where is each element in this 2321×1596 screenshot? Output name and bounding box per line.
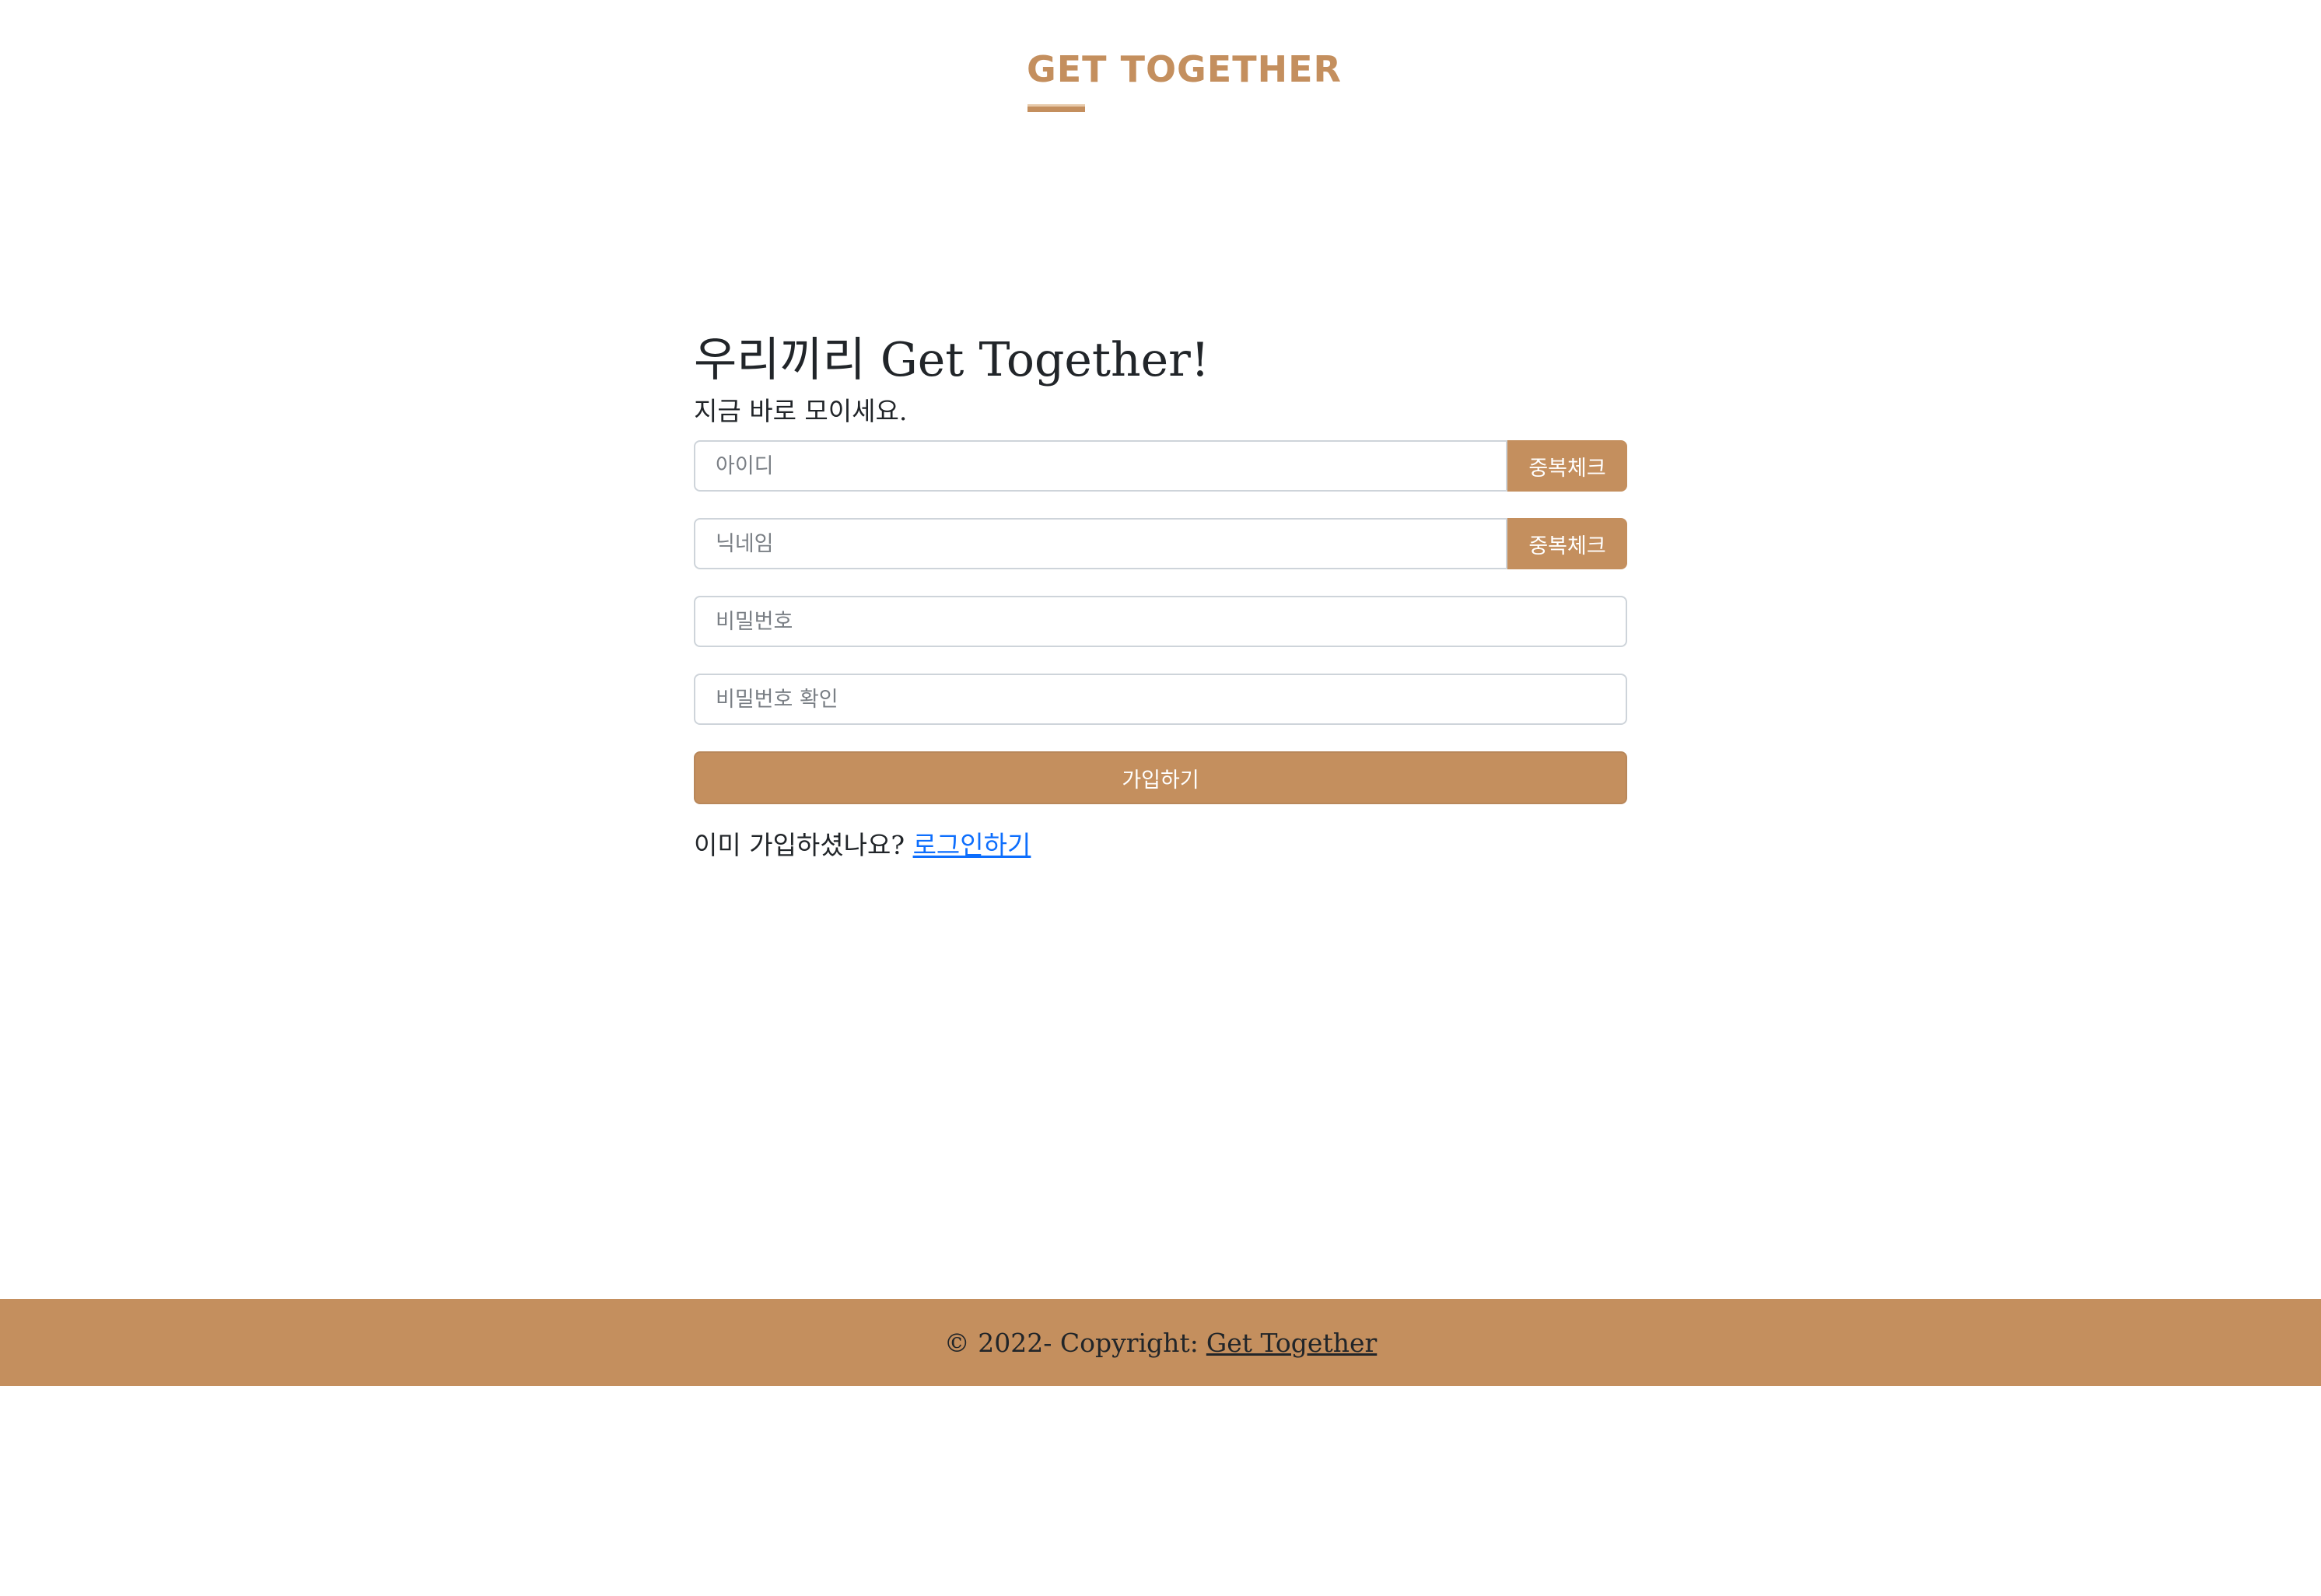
brand-logo-link[interactable]: GET TOGETHER xyxy=(1027,48,1342,90)
page-title: 우리끼리 Get Together! xyxy=(694,333,1210,387)
password-confirm-input-group xyxy=(694,674,1627,725)
id-input-group: 중복체크 xyxy=(694,440,1627,492)
signup-submit-button[interactable]: 가입하기 xyxy=(694,751,1627,804)
nickname-duplicate-check-button[interactable]: 중복체크 xyxy=(1507,518,1627,569)
login-prompt-text: 이미 가입하셨나요? xyxy=(694,830,905,860)
site-header: GET TOGETHER xyxy=(0,0,2321,124)
login-prompt-line: 이미 가입하셨나요? 로그인하기 xyxy=(694,828,1627,863)
signup-form: 우리끼리 Get Together! 지금 바로 모이세요. 중복체크 중복체크… xyxy=(694,327,1627,863)
nickname-input-group: 중복체크 xyxy=(694,518,1627,569)
password-input-group xyxy=(694,596,1627,647)
page-subtitle: 지금 바로 모이세요. xyxy=(694,396,908,426)
password-confirm-input[interactable] xyxy=(694,674,1627,725)
site-footer: © 2022- Copyright: Get Together xyxy=(0,1299,2321,1386)
copyright-text: © 2022- Copyright: xyxy=(943,1327,1199,1358)
id-input[interactable] xyxy=(694,440,1507,492)
footer-home-link[interactable]: Get Together xyxy=(1206,1328,1377,1358)
login-link[interactable]: 로그인하기 xyxy=(913,830,1031,860)
id-duplicate-check-button[interactable]: 중복체크 xyxy=(1507,440,1627,492)
password-input[interactable] xyxy=(694,596,1627,647)
nickname-input[interactable] xyxy=(694,518,1507,569)
brand-underline xyxy=(1027,104,1085,112)
